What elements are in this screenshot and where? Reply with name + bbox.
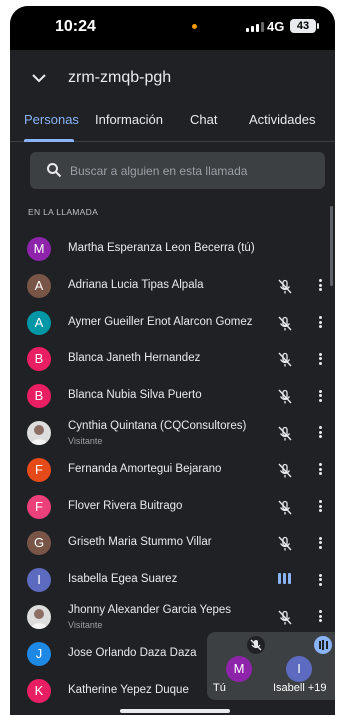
participant-avatar: G [27, 531, 51, 556]
chevron-down-icon[interactable] [32, 70, 46, 88]
more-options-icon[interactable] [312, 425, 328, 441]
home-indicator[interactable] [120, 709, 230, 713]
speaker-name: Isabell [273, 682, 305, 694]
speaker-label: Isabell +19 [273, 682, 327, 694]
mic-off-icon [276, 425, 294, 448]
dynamic-island [128, 12, 246, 44]
active-tab-indicator [24, 139, 74, 142]
status-time: 10:24 [55, 18, 96, 35]
participant-photo [27, 420, 51, 445]
call-header: zrm-zmqb-pgh [10, 50, 335, 106]
mic-off-icon [276, 499, 294, 522]
battery-level: 43 [296, 20, 310, 32]
participant-row[interactable]: Cynthia Quintana (CQConsultores) Visitant… [10, 415, 335, 452]
participant-name: Flover Rivera Buitrago [68, 499, 183, 512]
participant-role: Visitante [68, 619, 103, 630]
participant-avatar: F [27, 457, 51, 482]
participant-row[interactable]: B Blanca Nubia Silva Puerto [10, 378, 335, 415]
section-label: EN LA LLAMADA [28, 207, 99, 217]
search-input[interactable] [70, 152, 315, 189]
participant-photo [27, 604, 51, 629]
more-options-icon[interactable] [312, 278, 328, 294]
participant-avatar: I [27, 568, 51, 593]
tab-bar: Personas Información Chat Actividades [10, 106, 335, 142]
participant-avatar: B [27, 384, 51, 409]
participant-row[interactable]: A Adriana Lucia Tipas Alpala [10, 268, 335, 305]
participant-name: Adriana Lucia Tipas Alpala [68, 278, 204, 291]
speaking-indicator-icon [314, 636, 332, 654]
participant-name: Blanca Nubia Silva Puerto [68, 389, 202, 402]
self-avatar: M [226, 656, 252, 682]
participant-name: Fernanda Amortegui Bejarano [68, 462, 222, 475]
battery-icon: 43 [290, 19, 319, 33]
network-type: 4G [267, 19, 285, 34]
mic-off-icon [247, 636, 265, 654]
participant-name: Jhonny Alexander Garcia Yepes [68, 603, 232, 616]
tab-personas[interactable]: Personas [24, 112, 79, 127]
signal-icon [246, 22, 264, 32]
mic-off-icon [276, 351, 294, 374]
mic-off-icon [276, 462, 294, 485]
more-options-icon[interactable] [312, 535, 328, 551]
participant-avatar: M [27, 237, 51, 261]
participant-row[interactable]: M Martha Esperanza Leon Becerra (tú) [10, 231, 335, 268]
more-participants-count: +19 [307, 682, 327, 694]
participant-row[interactable]: F Fernanda Amortegui Bejarano [10, 452, 335, 489]
more-options-icon[interactable] [312, 499, 328, 515]
participant-name: Griseth Maria Stummo Villar [68, 536, 212, 549]
participant-name: Katherine Yepez Duque [68, 683, 189, 696]
more-options-icon[interactable] [312, 462, 328, 478]
participant-avatar: J [27, 641, 51, 666]
mic-off-icon [276, 388, 294, 411]
mic-in-use-indicator [192, 24, 197, 29]
meeting-code: zrm-zmqb-pgh [68, 69, 172, 86]
participant-name: Jose Orlando Daza Daza [68, 646, 197, 659]
mic-off-icon [276, 315, 294, 338]
participant-row[interactable]: B Blanca Janeth Hernandez [10, 341, 335, 378]
participant-name: Cynthia Quintana (CQConsultores) [68, 419, 247, 432]
mic-off-icon [276, 535, 294, 558]
meet-app: 10:24 4G 43 zrm-zmqb-pgh Personas Inform… [10, 6, 335, 715]
participant-name: Aymer Gueiller Enot Alarcon Gomez [68, 315, 253, 328]
more-options-icon[interactable] [312, 572, 328, 588]
search-icon [46, 162, 62, 183]
more-options-icon[interactable] [312, 351, 328, 367]
participant-name: Martha Esperanza Leon Becerra (tú) [68, 242, 255, 254]
participant-row[interactable]: A Aymer Gueiller Enot Alarcon Gomez [10, 305, 335, 342]
participant-role: Visitante [68, 435, 103, 446]
participant-name: Isabella Egea Suarez [68, 573, 178, 586]
mic-off-icon [276, 278, 294, 301]
participant-row[interactable]: F Flover Rivera Buitrago [10, 489, 335, 526]
mic-off-icon [276, 609, 294, 632]
participant-row[interactable]: I Isabella Egea Suarez [10, 562, 335, 599]
self-view-tile[interactable]: M Tú I Isabell +19 [207, 632, 335, 700]
speaking-icon [278, 573, 291, 585]
participant-avatar: K [27, 678, 51, 703]
speaker-avatar: I [286, 656, 312, 682]
search-box[interactable] [30, 152, 325, 189]
tab-actividades[interactable]: Actividades [249, 112, 315, 127]
tab-informacion[interactable]: Información [95, 112, 163, 127]
participant-avatar: B [27, 347, 51, 372]
participant-row[interactable]: Jhonny Alexander Garcia Yepes Visitante [10, 599, 335, 636]
tab-chat[interactable]: Chat [190, 112, 217, 127]
participant-avatar: A [27, 310, 51, 335]
status-bar: 10:24 4G 43 [10, 6, 335, 50]
participant-name: Blanca Janeth Hernandez [68, 352, 201, 365]
more-options-icon[interactable] [312, 609, 328, 625]
self-label: Tú [213, 682, 226, 694]
participant-row[interactable]: G Griseth Maria Stummo Villar [10, 525, 335, 562]
participant-avatar: F [27, 494, 51, 519]
more-options-icon[interactable] [312, 388, 328, 404]
more-options-icon[interactable] [312, 315, 328, 331]
participant-avatar: A [27, 273, 51, 298]
